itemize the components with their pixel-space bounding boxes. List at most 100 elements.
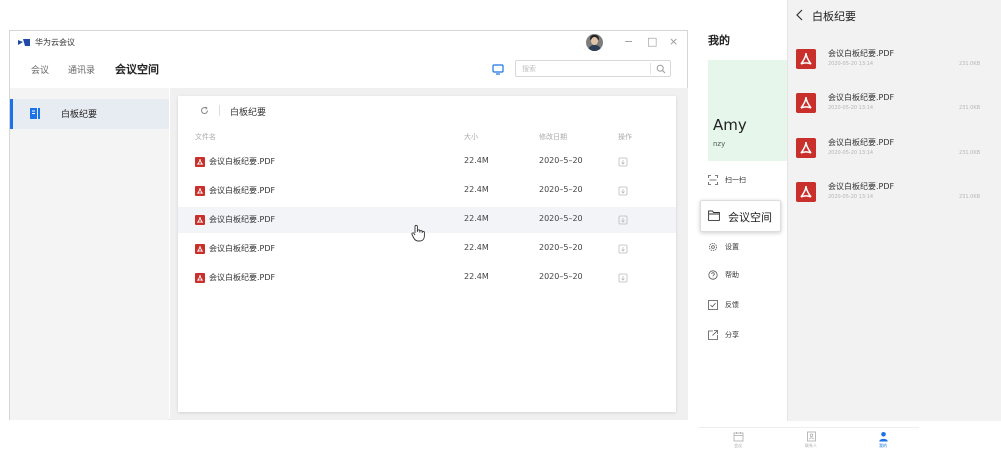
file-size: 22.4M bbox=[464, 185, 489, 194]
menu-item-help[interactable]: 帮助 bbox=[708, 266, 787, 288]
feedback-icon bbox=[708, 300, 718, 310]
file-size: 22.4M bbox=[464, 272, 489, 281]
tab-me[interactable]: 我的 bbox=[868, 431, 898, 449]
top-nav: 会议 通讯录 会议空间 bbox=[10, 57, 687, 87]
list-item[interactable]: 会议白板纪要.PDF 2020-05-20 13:14 231.0KB bbox=[788, 173, 1001, 217]
app-title: 华为云会议 bbox=[35, 38, 75, 47]
column-header-date: 修改日期 bbox=[539, 133, 567, 141]
menu-item-label: 扫一扫 bbox=[725, 176, 746, 184]
back-chevron-icon[interactable] bbox=[795, 9, 804, 21]
pdf-icon bbox=[195, 273, 205, 283]
file-name[interactable]: 会议白板纪要.PDF bbox=[209, 185, 275, 196]
file-name: 会议白板纪要.PDF bbox=[828, 49, 895, 58]
table-row[interactable]: 会议白板纪要.PDF 22.4M 2020–5–20 bbox=[178, 178, 676, 204]
person-icon bbox=[878, 432, 888, 442]
huawei-cloud-logo-icon bbox=[18, 39, 30, 46]
table-row[interactable]: 会议白板纪要.PDF 22.4M 2020–5–20 bbox=[178, 265, 676, 291]
table-row[interactable]: 会议白板纪要.PDF 22.4M 2020–5–20 bbox=[178, 149, 676, 175]
menu-item-share[interactable]: 分享 bbox=[708, 326, 787, 348]
file-size: 231.0KB bbox=[959, 150, 981, 156]
file-date: 2020–5–20 bbox=[539, 272, 583, 281]
pdf-icon bbox=[195, 215, 205, 225]
contacts-icon bbox=[806, 431, 816, 442]
main-panel: 白板纪要 文件名 大小 修改日期 操作 会议白板纪要.PDF 22.4M 202… bbox=[170, 88, 688, 420]
share-icon bbox=[708, 330, 718, 340]
maximize-button[interactable]: □ bbox=[647, 36, 657, 48]
download-icon[interactable] bbox=[618, 157, 628, 167]
tab-meeting-space[interactable]: 会议空间 bbox=[115, 61, 159, 77]
tab-meeting[interactable]: 会议 bbox=[31, 63, 49, 76]
desktop-window: 华为云会议 − □ × 会议 通讯录 会议空间 搜索 白板纪要 白板纪要 文件名… bbox=[9, 30, 688, 420]
menu-item-label: 设置 bbox=[725, 243, 739, 251]
column-header-size: 大小 bbox=[464, 133, 478, 141]
close-button[interactable]: × bbox=[669, 36, 678, 48]
hand-cursor-icon bbox=[411, 224, 425, 242]
pdf-icon bbox=[195, 244, 205, 254]
file-date: 2020-05-20 13:14 bbox=[828, 150, 874, 156]
download-icon[interactable] bbox=[618, 244, 628, 254]
file-date: 2020–5–20 bbox=[539, 214, 583, 223]
pdf-icon bbox=[796, 138, 816, 158]
file-date: 2020–5–20 bbox=[539, 185, 583, 194]
file-size: 22.4M bbox=[464, 214, 489, 223]
profile-card[interactable]: Amy nzy bbox=[708, 60, 787, 161]
file-name[interactable]: 会议白板纪要.PDF bbox=[209, 272, 275, 283]
menu-item-meeting-space[interactable]: 会议空间 bbox=[700, 200, 781, 232]
menu-item-feedback[interactable]: 反馈 bbox=[708, 296, 787, 318]
mobile-me-screen: 我的 Amy nzy 扫一扫 会议空间 设置 帮助 反馈 分享 bbox=[699, 20, 787, 453]
file-size: 231.0KB bbox=[959, 61, 981, 67]
tab-label: 联系人 bbox=[805, 443, 817, 448]
list-item[interactable]: 会议白板纪要.PDF 2020-05-20 13:14 231.0KB bbox=[788, 129, 1001, 173]
sidebar-item-whiteboard-notes[interactable]: 白板纪要 bbox=[10, 99, 169, 129]
menu-item-label: 分享 bbox=[725, 331, 739, 339]
list-header: 白板纪要 bbox=[788, 0, 1001, 36]
file-name[interactable]: 会议白板纪要.PDF bbox=[209, 156, 275, 167]
menu-item-label: 会议空间 bbox=[728, 211, 772, 224]
tab-label: 会议 bbox=[734, 443, 742, 448]
tab-contacts[interactable]: 通讯录 bbox=[68, 63, 95, 76]
table-row[interactable]: 会议白板纪要.PDF 22.4M 2020–5–20 bbox=[178, 207, 676, 233]
profile-id: nzy bbox=[713, 140, 726, 148]
minimize-button[interactable]: − bbox=[624, 36, 633, 48]
pdf-icon bbox=[796, 93, 816, 113]
tab-contacts[interactable]: 联系人 bbox=[796, 431, 826, 449]
file-date: 2020–5–20 bbox=[539, 156, 583, 165]
pdf-icon bbox=[796, 49, 816, 69]
download-icon[interactable] bbox=[618, 273, 628, 283]
tab-meetings[interactable]: 会议 bbox=[723, 431, 753, 449]
menu-item-label: 帮助 bbox=[725, 271, 739, 279]
download-icon[interactable] bbox=[618, 186, 628, 196]
table-row[interactable]: 会议白板纪要.PDF 22.4M 2020–5–20 bbox=[178, 236, 676, 262]
search-input[interactable] bbox=[522, 63, 642, 74]
column-header-action: 操作 bbox=[618, 133, 632, 141]
mobile-tab-bar: 会议 联系人 我的 bbox=[699, 427, 919, 454]
help-icon bbox=[708, 270, 718, 280]
list-item[interactable]: 会议白板纪要.PDF 2020-05-20 13:14 231.0KB bbox=[788, 84, 1001, 128]
menu-item-settings[interactable]: 设置 bbox=[708, 238, 787, 260]
file-name: 会议白板纪要.PDF bbox=[828, 182, 895, 191]
download-icon[interactable] bbox=[618, 215, 628, 225]
file-list-card: 白板纪要 文件名 大小 修改日期 操作 会议白板纪要.PDF 22.4M 202… bbox=[178, 96, 676, 412]
file-size: 22.4M bbox=[464, 156, 489, 165]
mobile-whiteboard-list: 白板纪要 会议白板纪要.PDF 2020-05-20 13:14 231.0KB… bbox=[787, 0, 1001, 421]
menu-item-scan[interactable]: 扫一扫 bbox=[708, 171, 787, 193]
file-size: 231.0KB bbox=[959, 105, 981, 111]
title-bar: 华为云会议 − □ × bbox=[10, 31, 687, 57]
user-avatar[interactable] bbox=[586, 34, 603, 51]
file-date: 2020–5–20 bbox=[539, 243, 583, 252]
list-item[interactable]: 会议白板纪要.PDF 2020-05-20 13:14 231.0KB bbox=[788, 40, 1001, 84]
file-date: 2020-05-20 13:14 bbox=[828, 61, 874, 67]
calendar-icon bbox=[733, 432, 743, 442]
refresh-icon[interactable] bbox=[200, 106, 209, 115]
pdf-icon bbox=[195, 186, 205, 196]
file-name[interactable]: 会议白板纪要.PDF bbox=[209, 243, 275, 254]
search-icon[interactable] bbox=[656, 64, 666, 74]
pdf-icon bbox=[195, 157, 205, 167]
pdf-icon bbox=[796, 182, 816, 202]
search-box[interactable] bbox=[515, 60, 671, 77]
document-icon bbox=[30, 108, 40, 119]
sidebar: 白板纪要 bbox=[10, 88, 169, 420]
file-name[interactable]: 会议白板纪要.PDF bbox=[209, 214, 275, 225]
sidebar-item-label: 白板纪要 bbox=[61, 110, 98, 120]
screen-share-icon[interactable] bbox=[492, 63, 504, 75]
